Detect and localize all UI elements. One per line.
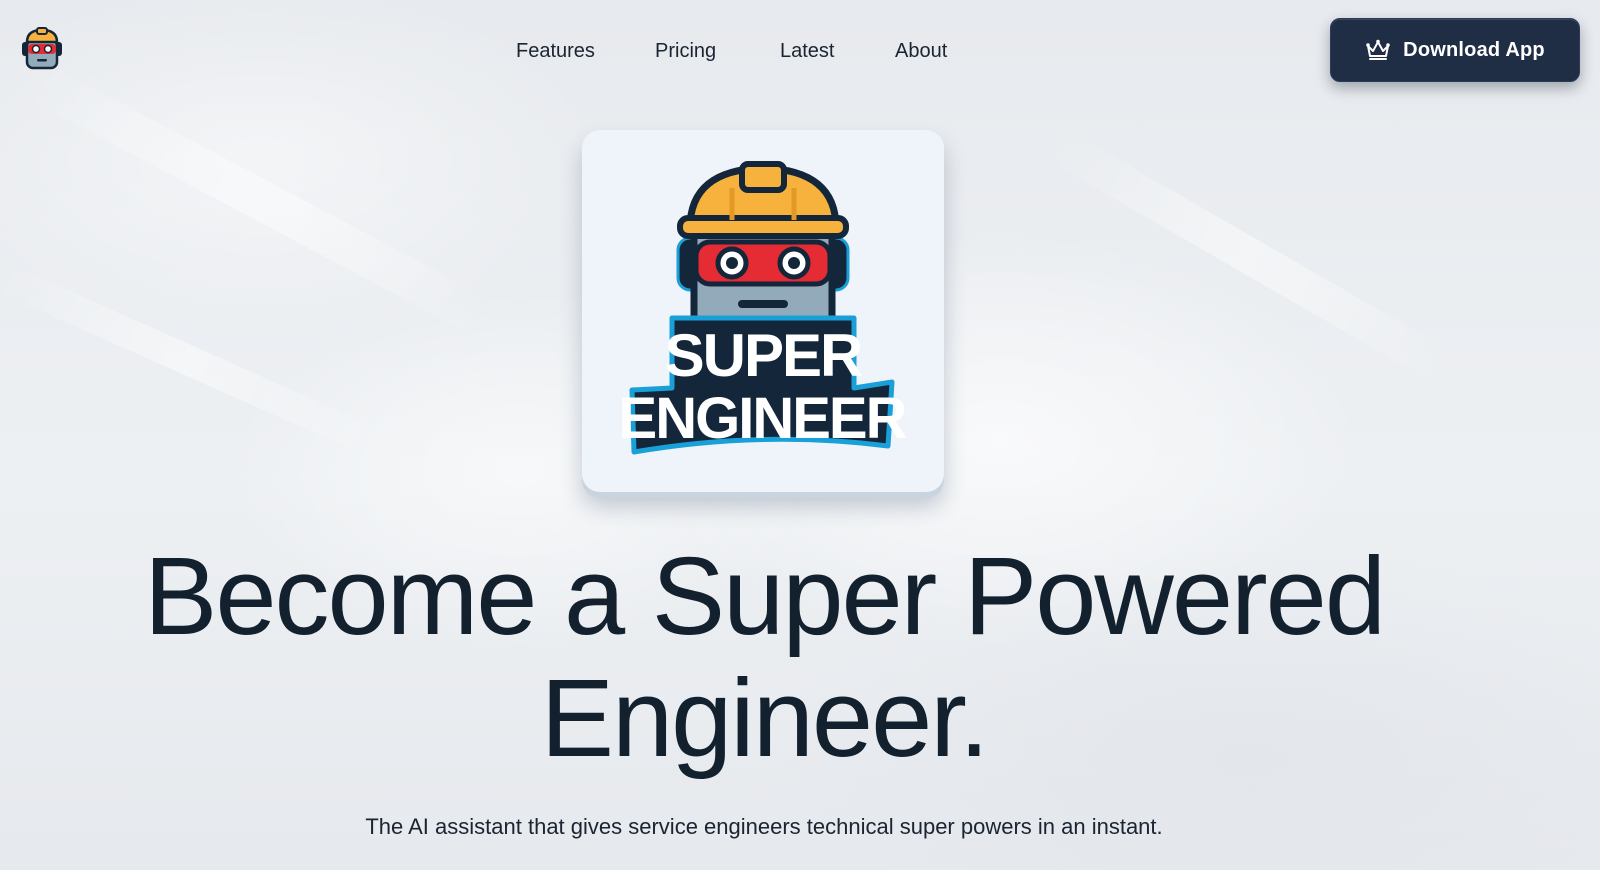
hero-logo-card: SUPER ENGINEER (582, 130, 944, 492)
nav-latest-link[interactable]: Latest (780, 36, 834, 66)
logo-text-super: SUPER (665, 322, 863, 389)
headline-line-1: Become a Super Powered (143, 535, 1386, 658)
headline-line-2: Engineer. (540, 657, 990, 780)
crown-icon (1366, 39, 1390, 60)
download-app-label: Download App (1403, 38, 1545, 61)
hero-subtitle: The AI assistant that gives service engi… (365, 814, 1163, 839)
hero-headline: Become a Super Powered Engineer. (0, 536, 1528, 780)
logo-text-engineer: ENGINEER (619, 386, 907, 451)
nav-about-link[interactable]: About (895, 36, 947, 66)
super-engineer-logo: SUPER ENGINEER (619, 161, 909, 455)
nav-pricing-link[interactable]: Pricing (655, 36, 716, 66)
nav-features-link[interactable]: Features (516, 36, 595, 66)
download-app-button[interactable]: Download App (1330, 18, 1580, 82)
